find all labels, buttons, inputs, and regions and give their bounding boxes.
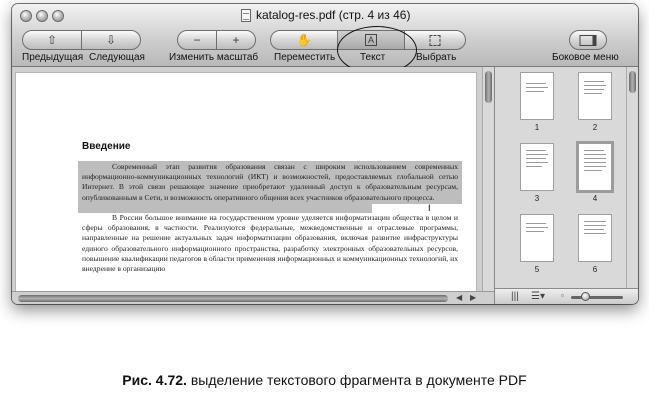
slider-knob[interactable] [581, 292, 590, 301]
prev-label: Предыдущая [22, 52, 84, 63]
page-thumbnail[interactable] [579, 73, 611, 119]
scroll-left-icon[interactable]: ◀ [456, 293, 462, 302]
sidebar-icon [579, 35, 597, 46]
page-thumbnail[interactable] [521, 144, 553, 190]
thumbnail-small-icon: ▫ [561, 291, 564, 300]
page-thumbnail-selected[interactable] [579, 144, 611, 190]
window-title: katalog-res.pdf (стр. 4 из 46) [256, 8, 411, 22]
zoom-in-button[interactable]: + [216, 30, 256, 50]
plus-icon: + [232, 33, 240, 47]
page-thumbnail[interactable] [521, 215, 553, 261]
hand-icon: ✋ [296, 33, 312, 47]
text-cursor-icon: A [364, 34, 378, 46]
sidebar-toggle-button[interactable] [569, 30, 607, 50]
minus-icon: − [193, 33, 201, 47]
move-label: Переместить [274, 52, 336, 63]
paragraph-body[interactable]: В России большое внимание на государстве… [82, 213, 458, 274]
sidebar-scroll-thumb[interactable] [629, 71, 636, 93]
scroll-right-icon[interactable]: ▶ [470, 293, 476, 302]
document-scroll-thumb[interactable] [485, 71, 492, 103]
caption-text: выделение текстового фрагмента в докумен… [190, 372, 527, 388]
zoom-label: Изменить масштаб [169, 52, 259, 63]
zoom-window-button[interactable] [52, 10, 64, 22]
marquee-select-icon [429, 35, 441, 46]
thumbnail-number: 2 [592, 123, 598, 132]
pdf-page[interactable]: Введение Современный этап развития образ… [16, 73, 476, 291]
title-bar: katalog-res.pdf (стр. 4 из 46) ⇧ ⇩ Преды… [12, 4, 638, 74]
figure-caption: Рис. 4.72. выделение текстового фрагмент… [0, 372, 649, 388]
page-thumbnail[interactable] [521, 73, 553, 119]
thumbnail-number: 4 [592, 194, 598, 203]
text-tool-button[interactable]: A [337, 30, 405, 50]
move-tool-button[interactable]: ✋ [270, 30, 338, 50]
thumbnail-sidebar: 1 2 3 4 5 6 [494, 67, 627, 288]
sidebar-vertical-scrollbar[interactable] [626, 67, 638, 288]
page-heading: Введение [82, 141, 131, 152]
sort-menu-icon[interactable]: ☰▾ [531, 291, 545, 302]
zoom-out-button[interactable]: − [177, 30, 217, 50]
thumbnail-number: 5 [534, 265, 540, 274]
document-pane[interactable]: Введение Современный этап развития образ… [12, 67, 482, 291]
preview-window: katalog-res.pdf (стр. 4 из 46) ⇧ ⇩ Преды… [12, 4, 638, 304]
next-page-button[interactable]: ⇩ [81, 30, 141, 50]
sidebar-bottom-bar: ||| ☰▾ ▫ [494, 288, 638, 304]
document-horizontal-scrollbar[interactable]: ◀ ▶ [12, 291, 494, 304]
document-icon [241, 9, 251, 22]
select-label: Выбрать [416, 52, 457, 63]
thumbnail-number: 1 [534, 123, 540, 132]
caption-prefix: Рис. 4.72. [122, 372, 187, 388]
paragraph-selected[interactable]: Современный этап развития образования св… [82, 162, 458, 213]
prev-page-button[interactable]: ⇧ [22, 30, 82, 50]
horizontal-scroll-thumb[interactable] [18, 295, 448, 302]
content-area: Введение Современный этап развития образ… [12, 67, 638, 304]
thumbnail-size-slider[interactable] [571, 296, 623, 299]
select-tool-button[interactable] [404, 30, 466, 50]
minimize-window-button[interactable] [36, 10, 48, 22]
thumbnail-number: 3 [534, 194, 540, 203]
arrow-down-icon: ⇩ [105, 33, 117, 47]
text-label: Текст [360, 52, 386, 63]
next-label: Следующая [89, 52, 145, 63]
arrow-up-icon: ⇧ [46, 33, 58, 47]
close-window-button[interactable] [20, 10, 32, 22]
grip-icon[interactable]: ||| [511, 291, 519, 302]
sidebar-label: Боковое меню [552, 52, 619, 63]
page-thumbnail[interactable] [579, 215, 611, 261]
i-beam-cursor-icon: I [428, 203, 431, 213]
thumbnail-number: 6 [592, 265, 598, 274]
